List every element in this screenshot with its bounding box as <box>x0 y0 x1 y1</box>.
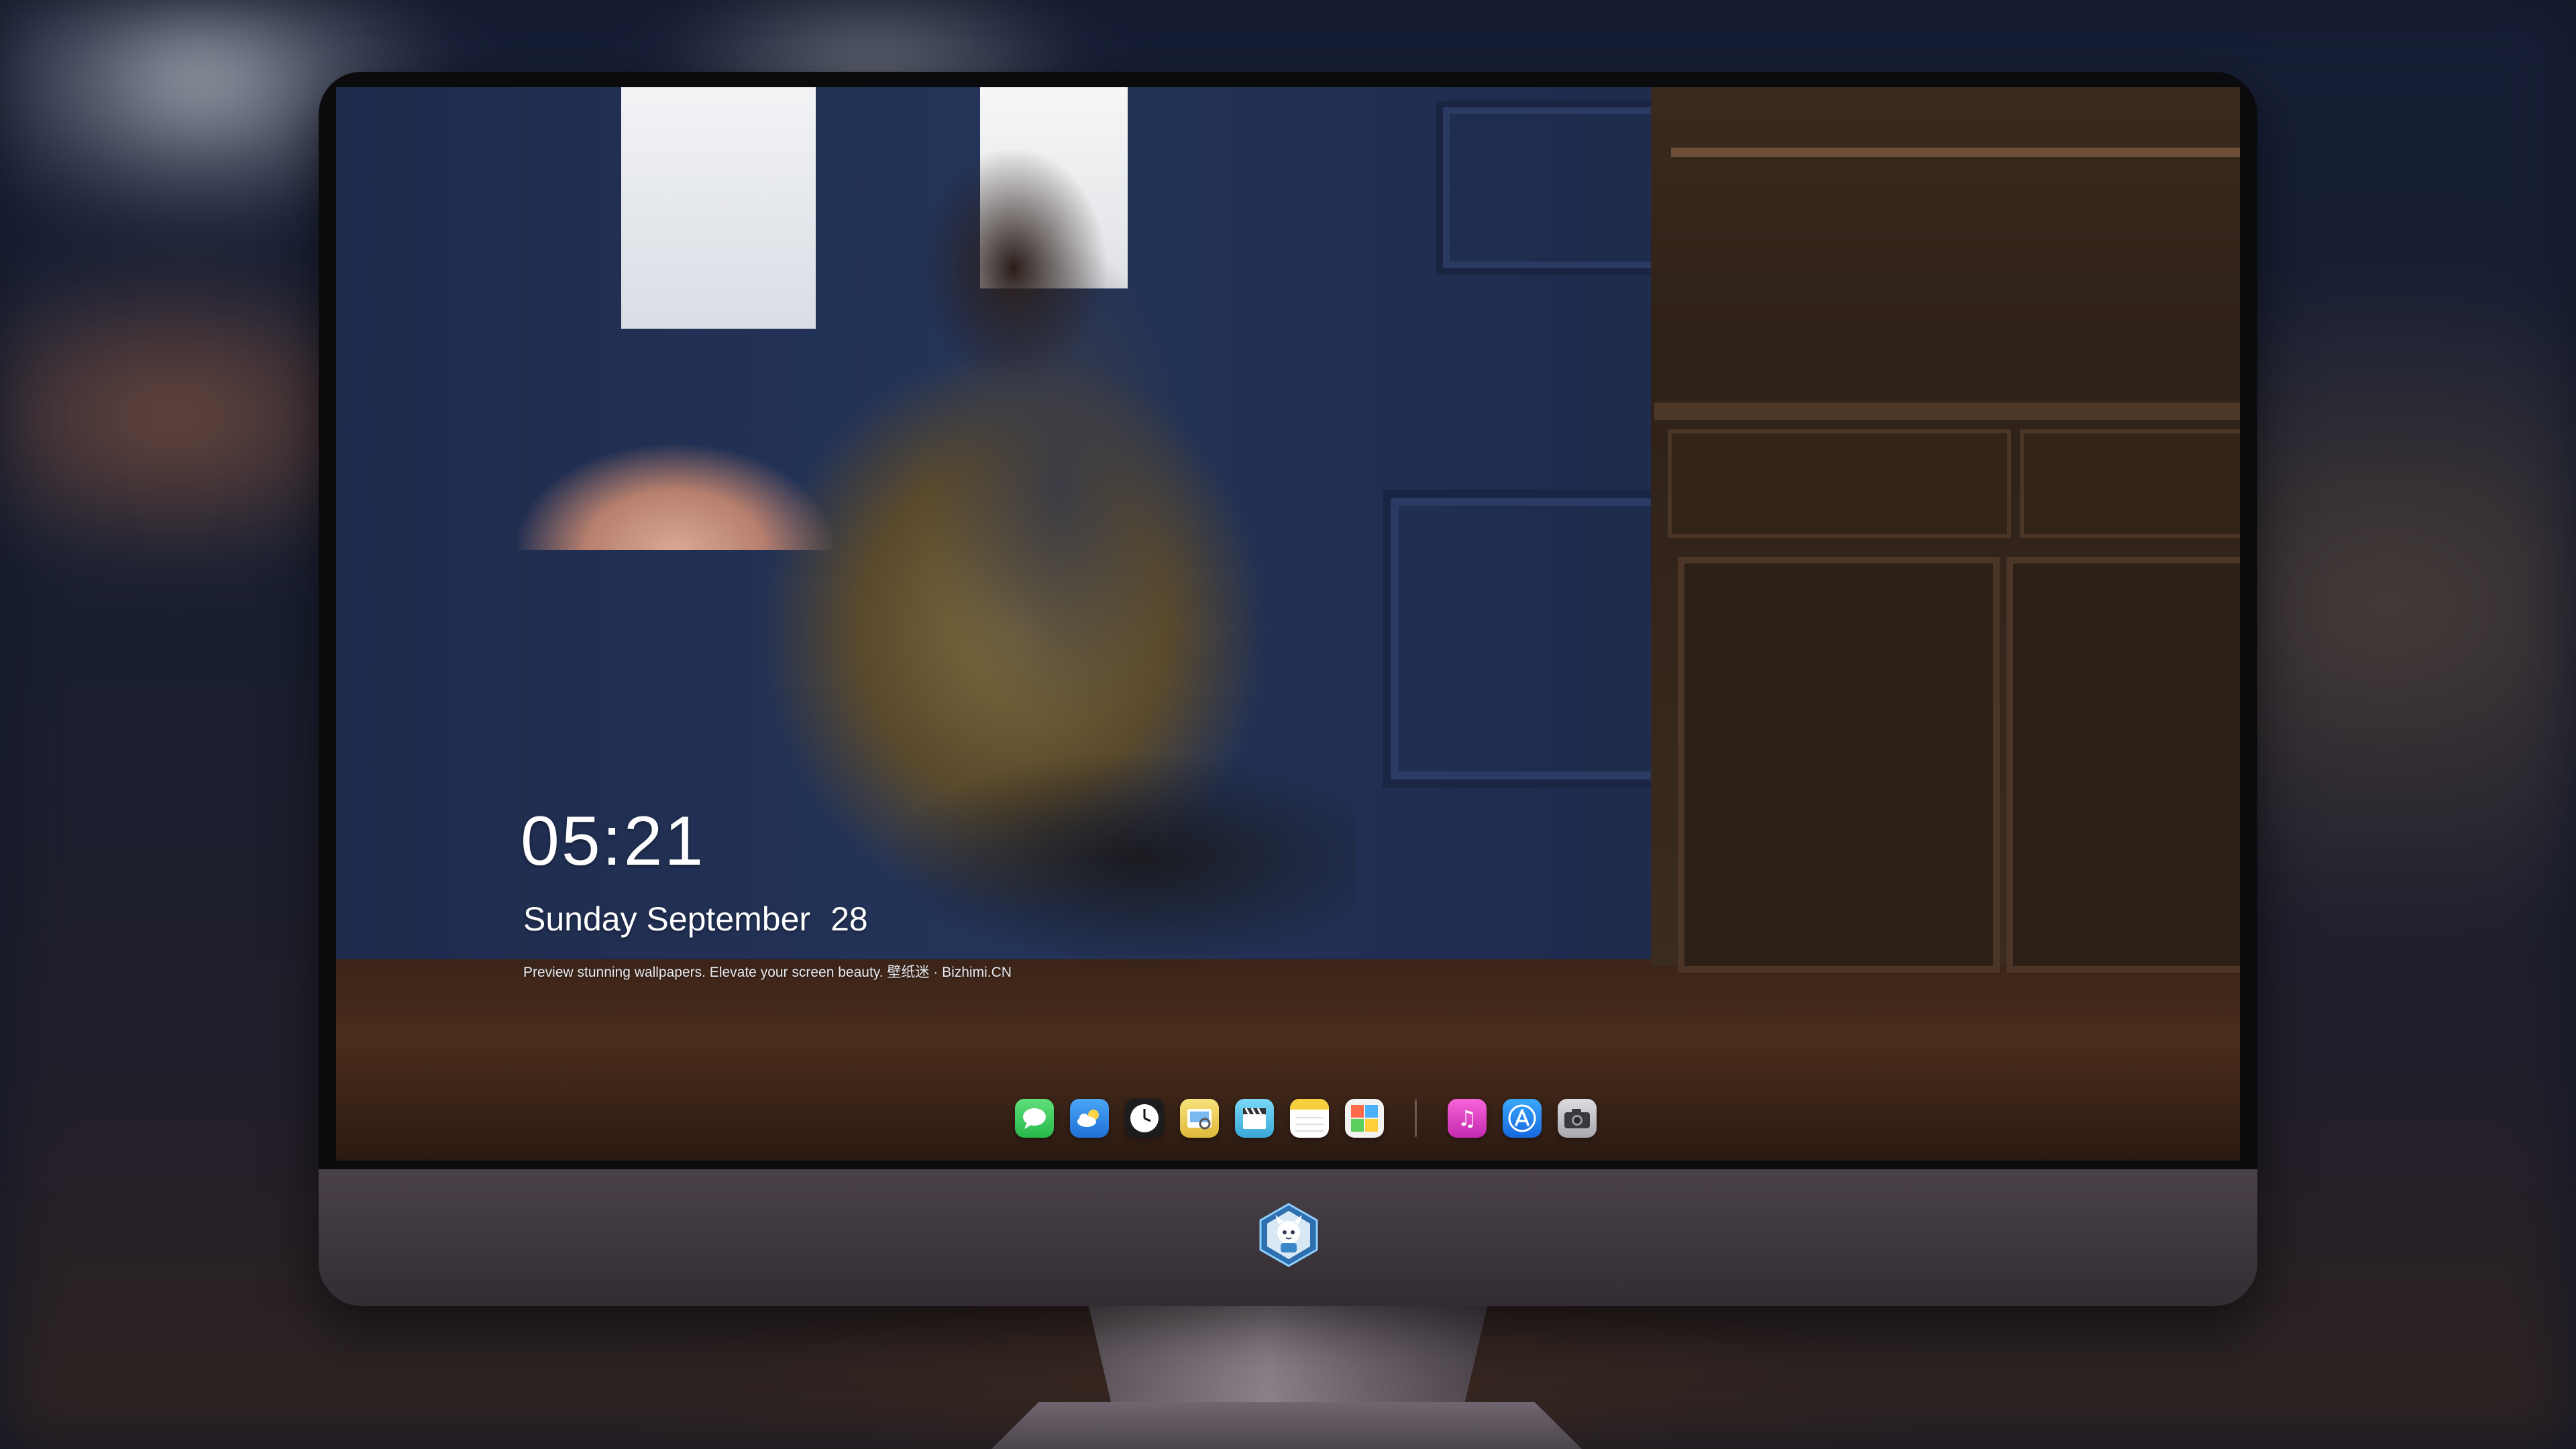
wallpaper-cabinet-top <box>1654 402 2240 420</box>
video-clapper-icon[interactable] <box>1235 1099 1274 1138</box>
clock-icon[interactable] <box>1125 1099 1164 1138</box>
wallpaper-drawer-right <box>2020 429 2240 538</box>
notes-icon[interactable] <box>1290 1099 1329 1138</box>
music-note-glyph: ♫ <box>1457 1106 1477 1131</box>
lock-date-day: 28 <box>830 900 868 938</box>
messages-icon[interactable] <box>1015 1099 1054 1138</box>
wallpaper-door-panel-bottom <box>1383 490 1667 788</box>
wallpaper-door-panel-top <box>1436 101 1671 275</box>
monitor-chin <box>319 1169 2257 1306</box>
dock-separator <box>1415 1099 1417 1137</box>
monitor-stand-neck <box>1088 1305 1488 1412</box>
mascot-logo-icon <box>1259 1203 1318 1267</box>
wallpaper-figure <box>859 107 1356 1154</box>
music-icon[interactable]: ♫ <box>1448 1099 1487 1138</box>
wallpaper-cabinet-door-left <box>1678 557 2000 973</box>
monitor-stand-base <box>991 1402 1582 1449</box>
photo-collage-icon[interactable] <box>1345 1099 1384 1138</box>
monitor: 05:21 Sunday September 28 Preview stunnin… <box>319 72 2257 1306</box>
preview-icon[interactable] <box>1180 1099 1219 1138</box>
desktop-stage: 05:21 Sunday September 28 Preview stunnin… <box>0 0 2576 1449</box>
app-dock: ♫ <box>1007 1091 1605 1145</box>
weather-icon[interactable] <box>1070 1099 1109 1138</box>
wallpaper-drawer-left <box>1668 429 2011 538</box>
wallpaper-cabinet-shelf <box>1671 148 2240 157</box>
lock-date-weekday-month: Sunday September <box>523 900 811 938</box>
wallpaper-caption: Preview stunning wallpapers. Elevate you… <box>523 965 1012 980</box>
lock-date: Sunday September 28 <box>523 899 868 939</box>
wallpaper-cabinet-door-right <box>2006 557 2240 973</box>
camera-icon[interactable] <box>1558 1099 1597 1138</box>
monitor-screen: 05:21 Sunday September 28 Preview stunnin… <box>336 87 2240 1161</box>
app-store-icon[interactable] <box>1503 1099 1542 1138</box>
wallpaper-window <box>621 87 816 329</box>
lock-clock: 05:21 <box>521 802 706 880</box>
